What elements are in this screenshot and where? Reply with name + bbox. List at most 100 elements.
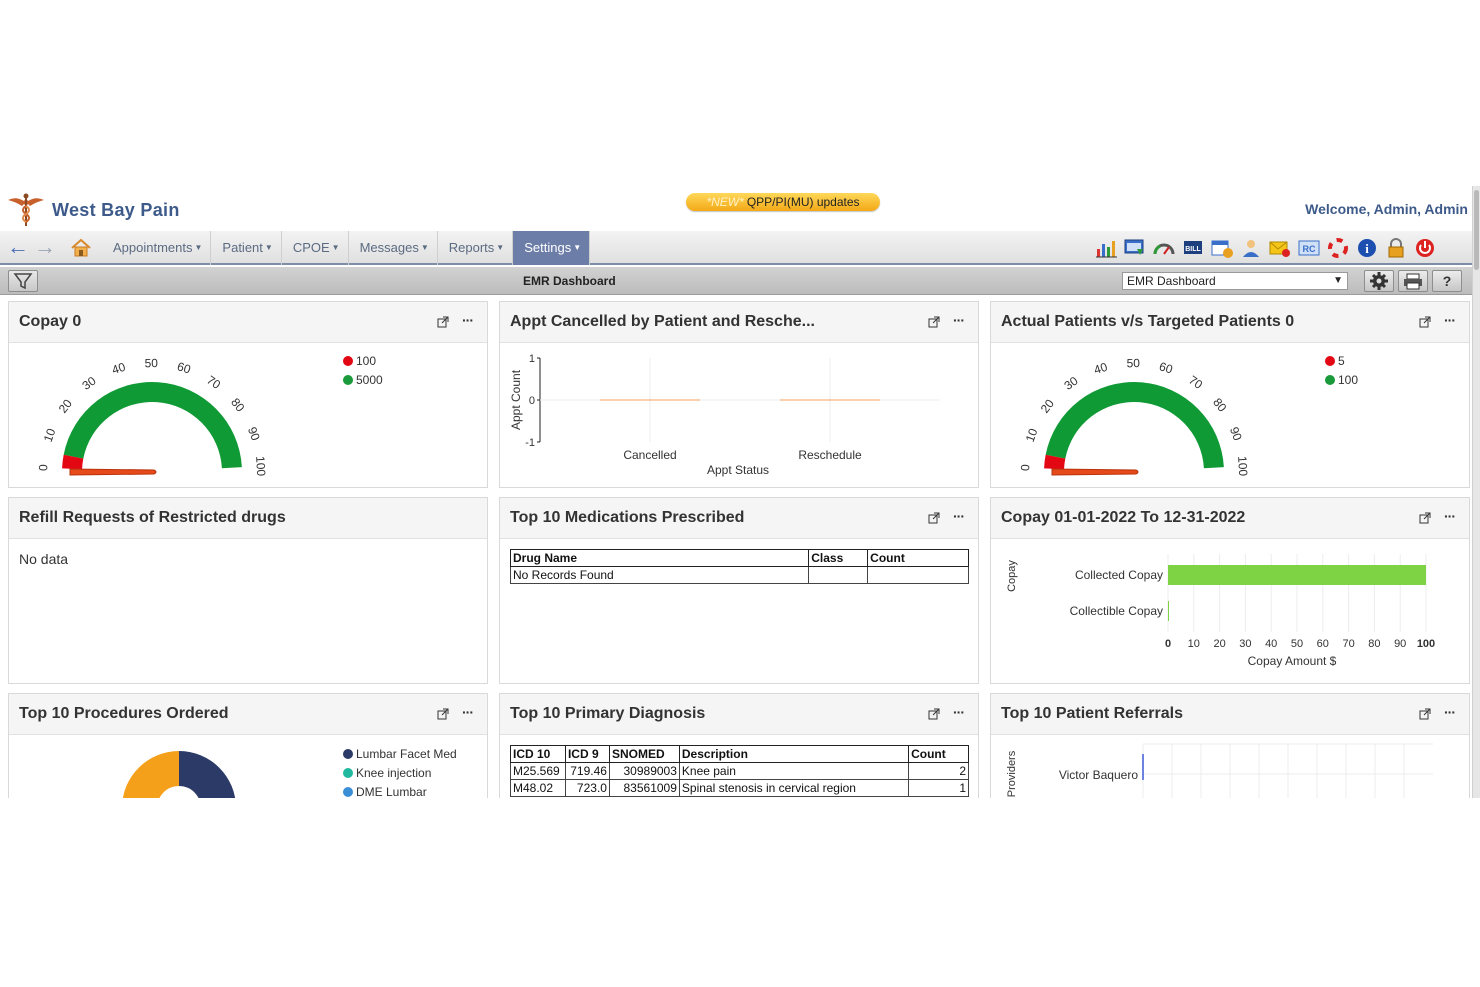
column-header-class[interactable]: Class (808, 549, 869, 567)
more-options-icon[interactable]: ··· (953, 704, 965, 720)
legend-item[interactable]: 5000 (343, 371, 383, 390)
menu-settings[interactable]: Settings ▼ (513, 231, 591, 265)
panel-header: Top 10 Patient Referrals ··· (991, 694, 1469, 735)
table-row[interactable]: M25.569 719.46 30989003 Knee pain 2 (510, 762, 969, 780)
calendar-settings-icon[interactable] (1210, 237, 1234, 259)
home-icon[interactable] (70, 237, 92, 259)
legend-item[interactable]: Knee injection (343, 764, 457, 783)
panel-refill: Refill Requests of Restricted drugs No d… (8, 497, 488, 684)
expand-icon[interactable] (1419, 512, 1431, 524)
table-row[interactable]: No Records Found (509, 566, 969, 584)
menu-label: Patient (222, 240, 263, 255)
legend-item[interactable]: 100 (1325, 371, 1358, 390)
menu-label: Reports (448, 240, 495, 255)
gauge-green-band (1045, 382, 1224, 469)
column-header-count[interactable]: Count (867, 549, 969, 567)
slice-lumbar-facet-med[interactable] (179, 751, 236, 798)
help-button[interactable]: ? (1432, 270, 1462, 292)
slice-other[interactable] (122, 751, 179, 798)
more-options-icon[interactable]: ··· (953, 312, 965, 328)
lock-icon[interactable] (1384, 237, 1408, 259)
bill-icon[interactable]: BILL (1181, 237, 1205, 259)
x-tick-label: 50 (1291, 638, 1303, 650)
x-tick-label: Cancelled (623, 448, 676, 462)
promo-text: QPP/PI(MU) updates (746, 195, 860, 209)
procedures-legend: Lumbar Facet Med Knee injection DME Lumbar (343, 745, 457, 798)
procedures-donut-chart (122, 751, 236, 798)
promo-updates-badge[interactable]: *NEW* QPP/PI(MU) updates (686, 193, 880, 211)
expand-icon[interactable] (928, 316, 940, 328)
bar-collectible-copay[interactable] (1168, 601, 1169, 621)
info-icon[interactable]: i (1355, 237, 1379, 259)
menu-patient[interactable]: Patient ▼ (211, 231, 282, 265)
x-axis-title: Appt Status (707, 463, 769, 477)
mail-alert-icon[interactable] (1268, 237, 1292, 259)
panel-title: Top 10 Primary Diagnosis (510, 705, 706, 722)
lifebuoy-icon[interactable] (1326, 237, 1350, 259)
more-options-icon[interactable]: ··· (462, 704, 474, 720)
bar-reschedule[interactable] (780, 399, 880, 401)
menu-reports[interactable]: Reports ▼ (438, 231, 514, 265)
gauge-needle (1051, 468, 1139, 476)
panel-header: Top 10 Primary Diagnosis ··· (500, 694, 978, 735)
back-arrow-icon[interactable]: ← (7, 236, 29, 259)
more-options-icon[interactable]: ··· (1444, 508, 1456, 524)
column-header-snomed[interactable]: SNOMED (608, 745, 680, 763)
panel-body: ICD 10 ICD 9 SNOMED Description Count M25.56… (500, 736, 978, 798)
more-options-icon[interactable]: ··· (462, 312, 474, 328)
panel-body: Lumbar Facet Med Knee injection DME Lumbar (9, 736, 487, 798)
table-row[interactable]: M48.02 723.0 83561009 Spinal stenosis in ce… (510, 779, 969, 797)
column-header-count[interactable]: Count (908, 745, 969, 763)
menu-cpoe[interactable]: CPOE ▼ (282, 231, 349, 265)
dashboard-select[interactable]: EMR Dashboard ▼ (1122, 272, 1348, 290)
more-options-icon[interactable]: ··· (953, 508, 965, 524)
menu-appointments[interactable]: Appointments ▼ (102, 231, 212, 265)
more-options-icon[interactable]: ··· (1444, 704, 1456, 720)
gauge-icon[interactable] (1152, 237, 1176, 259)
gauge-tick-label: 30 (80, 373, 99, 392)
user-icon[interactable] (1239, 237, 1263, 259)
rc-icon[interactable]: RC (1297, 237, 1321, 259)
scrollbar-thumb[interactable] (1474, 190, 1479, 270)
column-header-icd-9[interactable]: ICD 9 (564, 745, 610, 763)
expand-icon[interactable] (928, 512, 940, 524)
panel-body: 0 10 20 30 40 50 60 70 80 90 100 5 100 (991, 344, 1469, 487)
legend-dot-icon (1325, 356, 1335, 366)
table-cell: M25.569 (510, 762, 566, 780)
x-tick-label: 80 (1368, 638, 1380, 650)
expand-icon[interactable] (437, 316, 449, 328)
gauge-tick-label: 0 (36, 464, 50, 472)
x-tick-label: 0 (1165, 638, 1171, 650)
vertical-scrollbar[interactable] (1472, 186, 1480, 798)
menu-messages[interactable]: Messages ▼ (349, 231, 438, 265)
expand-icon[interactable] (928, 708, 940, 720)
download-screen-icon[interactable] (1123, 237, 1147, 259)
panel-title: Top 10 Patient Referrals (1001, 705, 1183, 722)
legend-item[interactable]: 5 (1325, 352, 1358, 371)
legend-item[interactable]: Lumbar Facet Med (343, 745, 457, 764)
medications-table: Drug Name Class Count No Records Found (509, 549, 969, 584)
gauge-tick-label: 90 (1227, 425, 1245, 443)
expand-icon[interactable] (437, 708, 449, 720)
table-cell: 719.46 (564, 762, 610, 780)
bar-cancelled[interactable] (600, 399, 700, 401)
column-header-description[interactable]: Description (678, 745, 910, 763)
table-cell (808, 566, 869, 584)
brand-name[interactable]: West Bay Pain (52, 200, 180, 221)
power-icon[interactable] (1413, 237, 1437, 259)
column-header-icd-10[interactable]: ICD 10 (510, 745, 566, 763)
legend-item[interactable]: 100 (343, 352, 383, 371)
print-button[interactable] (1398, 270, 1428, 292)
legend-item[interactable]: DME Lumbar (343, 783, 457, 798)
bar-collected-copay[interactable] (1168, 565, 1426, 585)
column-header-drug-name[interactable]: Drug Name (509, 549, 810, 567)
panel-header: Top 10 Procedures Ordered ··· (9, 694, 487, 735)
expand-icon[interactable] (1419, 316, 1431, 328)
charts-icon[interactable] (1094, 237, 1118, 259)
forward-arrow-icon[interactable]: → (34, 236, 56, 259)
more-options-icon[interactable]: ··· (1444, 312, 1456, 328)
filter-button[interactable] (8, 270, 38, 292)
expand-icon[interactable] (1419, 708, 1431, 720)
gauge-tick-label: 100 (253, 456, 268, 477)
settings-button[interactable] (1364, 270, 1394, 292)
